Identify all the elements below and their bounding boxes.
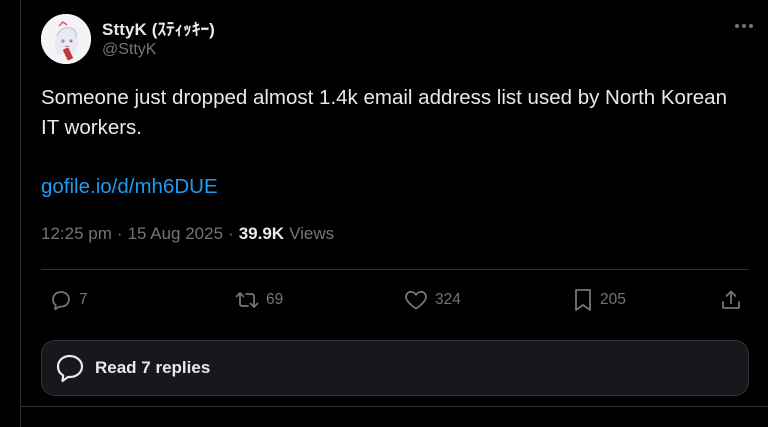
repost-icon (235, 292, 259, 308)
tweet-meta: 12:25 pm · 15 Aug 2025 · 39.9K Views (41, 224, 334, 244)
bottom-border (20, 406, 768, 407)
like-count: 324 (435, 291, 461, 308)
share-button[interactable] (719, 284, 743, 316)
author-name[interactable]: SttyK (ｽﾃｨｯｷｰ) (102, 15, 215, 40)
bookmark-button[interactable]: 205 (572, 284, 626, 316)
heart-icon (405, 290, 427, 310)
repost-count: 69 (266, 291, 284, 308)
avatar[interactable] (41, 14, 91, 64)
divider (41, 269, 749, 270)
author-handle[interactable]: @SttyK (102, 41, 156, 59)
views-count: 39.9K (238, 224, 285, 243)
like-button[interactable]: 324 (403, 284, 461, 316)
reply-button[interactable]: 7 (49, 284, 88, 316)
meta-separator: · (116, 224, 123, 243)
avatar-illustration (41, 14, 91, 64)
author-display-name[interactable]: SttyK (ｽﾃｨｯｷｰ) (102, 15, 215, 40)
meta-separator: · (228, 224, 234, 243)
reply-bubble-icon (54, 352, 86, 384)
bookmark-icon (575, 289, 591, 311)
repost-button[interactable]: 69 (234, 284, 283, 316)
reply-count: 7 (79, 291, 88, 308)
more-options-button[interactable] (732, 16, 756, 36)
tweet-date[interactable]: 15 Aug 2025 (128, 224, 223, 244)
tweet-text: Someone just dropped almost 1.4k email a… (41, 86, 727, 139)
share-icon (722, 290, 740, 309)
tweet-link[interactable]: gofile.io/d/mh6DUE (41, 172, 218, 202)
tweet-time[interactable]: 12:25 pm (41, 224, 112, 244)
read-replies-button[interactable]: Read 7 replies (41, 340, 749, 396)
read-replies-label: Read 7 replies (95, 358, 211, 377)
reply-icon (52, 291, 70, 311)
more-icon (735, 24, 753, 28)
action-bar: 7 69 324 205 (41, 284, 749, 316)
bookmark-count: 205 (600, 291, 626, 308)
views-label: Views (289, 224, 335, 243)
tweet-container: SttyK (ｽﾃｨｯｷｰ) @SttyK Someone just dropp… (20, 0, 768, 427)
